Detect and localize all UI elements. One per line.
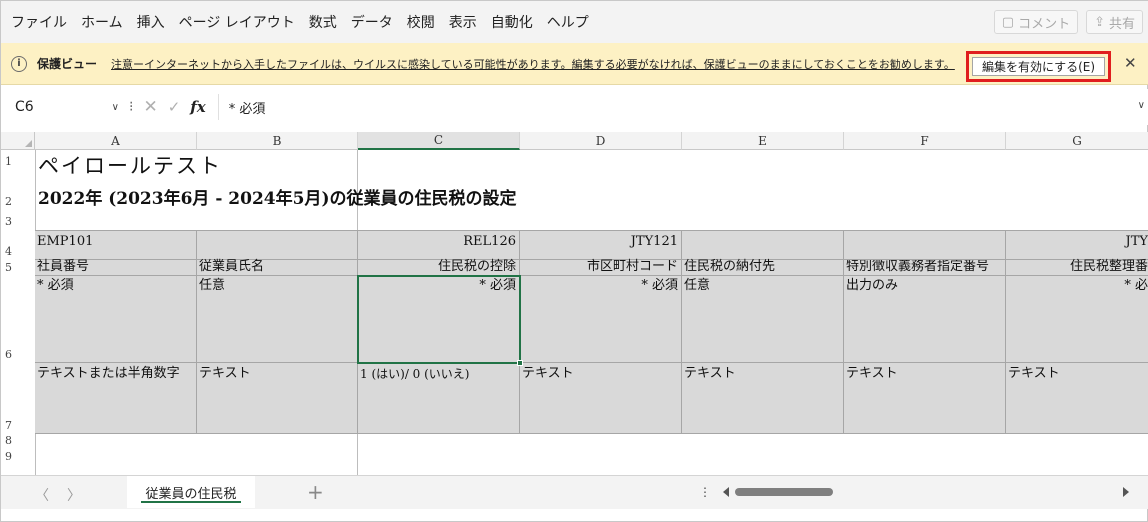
active-cell-selection <box>357 275 521 364</box>
scroll-split-handle[interactable]: ⋮ <box>699 485 711 499</box>
column-header-d[interactable]: D <box>520 132 682 150</box>
shield-info-icon: i <box>11 55 27 72</box>
sheet-subtitle[interactable]: 2022年 (2023年6月 - 2024年5月)の従業員の住民税の設定 <box>38 184 738 210</box>
row-header-5[interactable]: 5 <box>1 260 35 276</box>
cell-g4[interactable]: JTY <box>1006 230 1148 260</box>
menu-help[interactable]: ヘルプ <box>540 12 596 32</box>
cell-d4[interactable]: JTY121 <box>520 230 682 260</box>
column-header-g[interactable]: G <box>1006 132 1148 150</box>
cell-e5[interactable]: 住民税の納付先 <box>682 260 844 276</box>
menu-bar: ファイル ホーム 挿入 ページ レイアウト 数式 データ 校閲 表示 自動化 ヘ… <box>1 1 1148 43</box>
column-header-b[interactable]: B <box>197 132 358 150</box>
menu-data[interactable]: データ <box>344 12 400 32</box>
cancel-icon[interactable]: ✕ <box>143 97 157 117</box>
cell-a6[interactable]: * 必須 <box>35 276 197 363</box>
confirm-icon[interactable]: ✓ <box>168 98 181 116</box>
select-all-corner[interactable] <box>1 132 35 150</box>
menu-review[interactable]: 校閲 <box>400 12 442 32</box>
cell-c5[interactable]: 住民税の控除 <box>358 260 520 276</box>
menu-file[interactable]: ファイル <box>1 12 74 32</box>
name-box-value: C6 <box>15 99 34 115</box>
sheet-title[interactable]: ペイロールテスト <box>38 150 538 180</box>
share-button[interactable]: ⇪ 共有 <box>1086 10 1143 34</box>
scroll-left-arrow-icon[interactable] <box>723 487 729 497</box>
cell-b5[interactable]: 従業員氏名 <box>197 260 358 276</box>
chevron-left-icon[interactable]: 〈 <box>35 485 49 505</box>
active-tab-underline <box>141 501 241 503</box>
horizontal-scrollbar-thumb[interactable] <box>735 488 833 496</box>
menu-insert[interactable]: 挿入 <box>130 12 172 32</box>
comment-button[interactable]: ▢ コメント <box>993 10 1079 34</box>
menu-view[interactable]: 表示 <box>442 12 484 32</box>
cell-d6[interactable]: * 必須 <box>520 276 682 363</box>
chevron-right-icon[interactable]: 〉 <box>67 485 81 505</box>
cell-e6[interactable]: 任意 <box>682 276 844 363</box>
column-header-f[interactable]: F <box>844 132 1006 150</box>
formula-bar: C6 ∨ ⁝ ✕ ✓ fx * 必須 ∨ <box>1 89 1148 125</box>
row-header-4[interactable]: 4 <box>1 230 35 260</box>
cell-d5[interactable]: 市区町村コード <box>520 260 682 276</box>
formula-input[interactable]: * 必須 <box>217 94 1148 120</box>
cell-f7[interactable]: テキスト <box>844 363 1006 434</box>
row-header-7[interactable]: 7 <box>1 363 35 434</box>
cell-a4[interactable]: EMP101 <box>35 230 197 260</box>
sheet-tab-bar: 〈 〉 従業員の住民税 + ⋮ <box>1 475 1148 509</box>
enable-editing-highlight: 編集を有効にする(E) <box>966 51 1111 82</box>
menu-home[interactable]: ホーム <box>74 12 130 32</box>
cell-g5[interactable]: 住民税整理番 <box>1006 260 1148 276</box>
cell-f4[interactable] <box>844 230 1006 260</box>
row-header-8[interactable]: 8 <box>1 434 35 449</box>
row-header-6[interactable]: 6 <box>1 276 35 363</box>
cell-d7[interactable]: テキスト <box>520 363 682 434</box>
fill-handle[interactable] <box>517 360 523 366</box>
row-header-1[interactable]: 1 <box>1 150 35 170</box>
column-header-e[interactable]: E <box>682 132 844 150</box>
protected-view-title: 保護ビュー <box>37 57 98 71</box>
cell-f6[interactable]: 出力のみ <box>844 276 1006 363</box>
share-icon: ⇪ <box>1094 14 1105 30</box>
cell-b4[interactable] <box>197 230 358 260</box>
cell-c4[interactable]: REL126 <box>358 230 520 260</box>
column-header-a[interactable]: A <box>35 132 197 150</box>
cell-a5[interactable]: 社員番号 <box>35 260 197 276</box>
cell-b7[interactable]: テキスト <box>197 363 358 434</box>
share-label: 共有 <box>1108 16 1135 32</box>
comment-label: コメント <box>1018 16 1071 32</box>
menu-automate[interactable]: 自動化 <box>484 12 540 32</box>
name-box[interactable]: C6 ∨ <box>11 94 123 120</box>
cell-e4[interactable] <box>682 230 844 260</box>
excel-window: ファイル ホーム 挿入 ページ レイアウト 数式 データ 校閲 表示 自動化 ヘ… <box>0 0 1148 522</box>
scroll-right-arrow-icon[interactable] <box>1123 487 1129 497</box>
menu-page-layout[interactable]: ページ レイアウト <box>172 12 302 32</box>
cell-f5[interactable]: 特別徴収義務者指定番号 <box>844 260 1006 276</box>
column-header-c[interactable]: C <box>358 132 520 150</box>
close-icon[interactable]: ✕ <box>1124 54 1137 72</box>
chevron-down-icon[interactable]: ∨ <box>112 102 119 113</box>
expand-formula-icon[interactable]: ∨ <box>1138 100 1145 111</box>
comment-icon: ▢ <box>1001 14 1015 30</box>
protected-view-message[interactable]: 注意ーインターネットから入手したファイルは、ウイルスに感染している可能性がありま… <box>111 56 955 72</box>
worksheet-grid[interactable]: A B C D E F G 1 2 3 4 5 6 7 8 9 ペイロールテスト… <box>1 132 1148 475</box>
insert-function-icon[interactable]: fx <box>190 98 205 116</box>
sheet-tab-active[interactable]: 従業員の住民税 <box>127 476 255 508</box>
row-header-3[interactable]: 3 <box>1 210 35 230</box>
cell-g7[interactable]: テキスト <box>1006 363 1148 434</box>
enable-editing-button[interactable]: 編集を有効にする(E) <box>972 57 1105 76</box>
add-sheet-button[interactable]: + <box>307 480 324 504</box>
sheet-tab-label: 従業員の住民税 <box>145 486 237 502</box>
cell-c7[interactable]: 1 (はい)/ 0 (いいえ) <box>358 363 520 434</box>
row-header-9[interactable]: 9 <box>1 449 35 465</box>
cell-g6[interactable]: * 必 <box>1006 276 1148 363</box>
cell-a7[interactable]: テキストまたは半角数字 <box>35 363 197 434</box>
more-options-icon[interactable]: ⁝ <box>129 99 133 115</box>
row-header-2[interactable]: 2 <box>1 170 35 210</box>
menubar-actions: ▢ コメント ⇪ 共有 <box>993 10 1143 34</box>
cell-e7[interactable]: テキスト <box>682 363 844 434</box>
cell-b6[interactable]: 任意 <box>197 276 358 363</box>
menu-formulas[interactable]: 数式 <box>302 12 344 32</box>
